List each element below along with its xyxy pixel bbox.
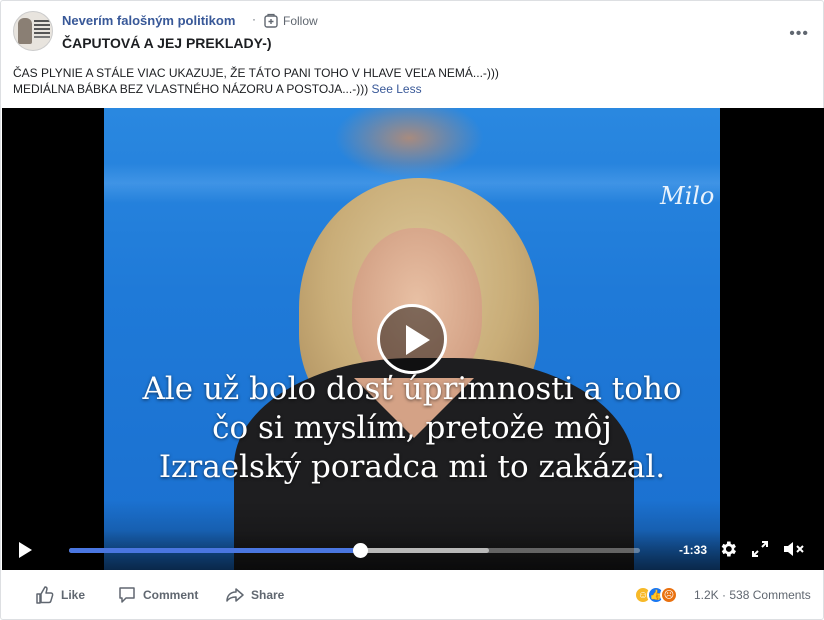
thumbs-up-icon <box>36 586 54 604</box>
progress-played <box>69 548 361 553</box>
reaction-count[interactable]: 1.2K <box>694 588 719 602</box>
subtitle-line: Izraelský poradca mi to zakázal. <box>158 449 666 485</box>
reaction-icons[interactable]: ☺ 👍 ☹ <box>634 585 678 605</box>
post-text-line: MEDIÁLNA BÁBKA BEZ VLASTNÉHO NÁZORU A PO… <box>13 81 813 97</box>
post-text-line: ČAS PLYNIE A STÁLE VIAC UKAZUJE, ŽE TÁTO… <box>13 66 499 80</box>
muted-speaker-icon[interactable] <box>782 539 806 559</box>
page-avatar[interactable] <box>13 11 53 51</box>
share-button[interactable]: Share <box>225 585 284 605</box>
post-card: Neverím falošným politikom · Follow ČAPU… <box>0 0 824 620</box>
subtitle-line: Ale už bolo dosť úprimnosti a toho <box>142 371 682 407</box>
stats-separator: · <box>722 588 727 602</box>
angry-reaction-icon: ☹ <box>660 586 678 604</box>
video-controls: -1:33 <box>2 530 824 570</box>
post-text-line-content: MEDIÁLNA BÁBKA BEZ VLASTNÉHO NÁZORU A PO… <box>13 82 369 96</box>
page-name-link[interactable]: Neverím falošným politikom <box>62 13 235 28</box>
share-icon <box>226 588 244 602</box>
progress-handle[interactable] <box>353 543 369 558</box>
share-label: Share <box>251 588 285 602</box>
comment-count[interactable]: 538 Comments <box>729 588 810 602</box>
avatar-figure <box>18 18 32 44</box>
post-title: ČAPUTOVÁ A JEJ PREKLADY-) <box>62 35 272 51</box>
subtitle-line: čo si myslím, pretože môj <box>212 410 612 446</box>
post-actions: Like Comment Share ☺ 👍 ☹ 1.2K · 538 Comm… <box>1 571 824 619</box>
big-play-button[interactable] <box>377 304 447 374</box>
video-watermark: Milo <box>660 182 715 210</box>
follow-label: Follow <box>283 14 318 28</box>
video-player[interactable]: Milo Ale už bolo dosť úprimnosti a toho … <box>2 108 824 570</box>
post-header: Neverím falošným politikom · Follow ČAPU… <box>13 11 813 61</box>
like-button[interactable]: Like <box>35 585 85 605</box>
time-remaining: -1:33 <box>679 543 708 557</box>
video-subtitles: Ale už bolo dosť úprimnosti a toho čo si… <box>104 370 720 487</box>
fullscreen-icon[interactable] <box>751 540 769 558</box>
follow-button[interactable]: Follow <box>263 12 318 30</box>
comment-button[interactable]: Comment <box>117 585 198 605</box>
header-separator: · <box>252 12 256 26</box>
follow-icon <box>264 13 278 28</box>
comment-icon <box>119 587 135 603</box>
like-label: Like <box>61 588 86 602</box>
play-icon[interactable] <box>19 542 32 558</box>
see-less-link[interactable]: See Less <box>372 82 422 96</box>
post-body-text: ČAS PLYNIE A STÁLE VIAC UKAZUJE, ŽE TÁTO… <box>13 65 813 97</box>
avatar-text-lines <box>34 20 50 22</box>
engagement-counts: 1.2K · 538 Comments <box>694 588 811 602</box>
gear-icon[interactable] <box>718 539 738 559</box>
progress-bar[interactable] <box>69 543 640 558</box>
comment-label: Comment <box>143 588 199 602</box>
more-icon[interactable]: ••• <box>789 26 809 42</box>
